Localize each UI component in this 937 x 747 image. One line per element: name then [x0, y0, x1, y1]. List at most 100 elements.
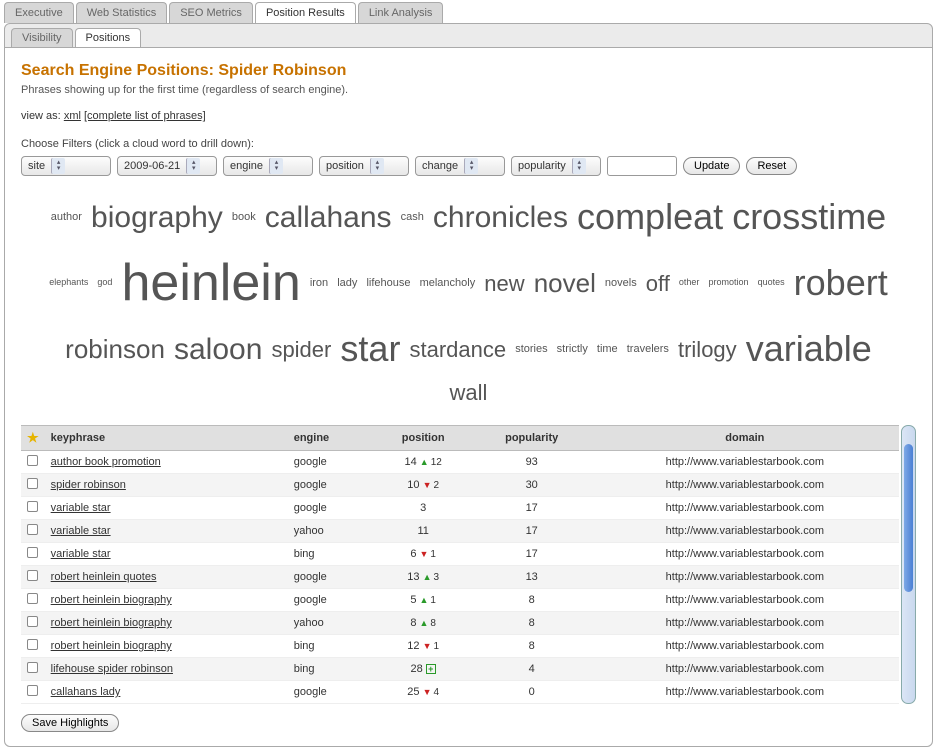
row-checkbox[interactable] [27, 501, 38, 512]
engine-cell: google [288, 566, 374, 589]
row-checkbox[interactable] [27, 547, 38, 558]
row-checkbox[interactable] [27, 593, 38, 604]
cloud-word[interactable]: other [679, 277, 700, 287]
cloud-word[interactable]: book [232, 211, 256, 223]
cloud-word[interactable]: heinlein [121, 254, 300, 312]
row-checkbox[interactable] [27, 478, 38, 489]
col-popularity[interactable]: popularity [473, 426, 591, 451]
cloud-word[interactable]: robinson [65, 334, 165, 364]
cloud-word[interactable]: novel [534, 268, 596, 298]
cloud-word[interactable]: spider [271, 337, 331, 362]
cloud-word[interactable]: strictly [557, 343, 588, 355]
cloud-word[interactable]: off [646, 271, 670, 296]
top-tab-executive[interactable]: Executive [4, 2, 74, 23]
plus-icon: + [426, 664, 436, 674]
row-checkbox[interactable] [27, 639, 38, 650]
keyphrase-link[interactable]: author book promotion [51, 456, 161, 468]
cloud-word[interactable]: new [484, 271, 524, 296]
cloud-word[interactable]: novels [605, 277, 637, 289]
filter-site-select[interactable]: site▴▾ [21, 156, 111, 176]
cloud-word[interactable]: biography [91, 201, 223, 234]
update-button[interactable]: Update [683, 157, 740, 175]
keyphrase-link[interactable]: robert heinlein quotes [51, 571, 157, 583]
keyphrase-link[interactable]: lifehouse spider robinson [51, 663, 173, 675]
row-checkbox[interactable] [27, 524, 38, 535]
cloud-word[interactable]: compleat [577, 196, 723, 237]
filter-date-select[interactable]: 2009-06-21▴▾ [117, 156, 217, 176]
cloud-word[interactable]: lady [337, 277, 357, 289]
col-keyphrase[interactable]: keyphrase [45, 426, 288, 451]
cloud-word[interactable]: saloon [174, 333, 262, 366]
filter-change-select[interactable]: change▴▾ [415, 156, 505, 176]
view-as-row: view as: xml [complete list of phrases] [21, 110, 916, 122]
cloud-word[interactable]: chronicles [433, 201, 568, 234]
cloud-word[interactable]: stardance [410, 337, 507, 362]
row-checkbox[interactable] [27, 662, 38, 673]
col-domain[interactable]: domain [591, 426, 899, 451]
cloud-word[interactable]: travelers [627, 343, 669, 355]
keyphrase-link[interactable]: robert heinlein biography [51, 617, 172, 629]
results-table: ★ keyphrase engine position popularity d… [21, 425, 899, 704]
col-engine[interactable]: engine [288, 426, 374, 451]
cloud-word[interactable]: wall [450, 380, 488, 405]
cloud-word[interactable]: promotion [708, 277, 748, 287]
row-checkbox[interactable] [27, 455, 38, 466]
filters-label: Choose Filters (click a cloud word to dr… [21, 138, 916, 150]
cloud-word[interactable]: cash [401, 211, 424, 223]
top-tab-seo-metrics[interactable]: SEO Metrics [169, 2, 253, 23]
engine-cell: google [288, 497, 374, 520]
save-highlights-button[interactable]: Save Highlights [21, 714, 119, 732]
popularity-cell: 13 [473, 566, 591, 589]
row-checkbox[interactable] [27, 616, 38, 627]
row-checkbox[interactable] [27, 685, 38, 696]
engine-cell: bing [288, 543, 374, 566]
col-star[interactable]: ★ [21, 426, 45, 451]
word-cloud: author biography book callahans cash chr… [41, 190, 896, 409]
table-row: callahans ladygoogle25 ▼40http://www.var… [21, 681, 899, 704]
table-row: spider robinsongoogle10 ▼230http://www.v… [21, 474, 899, 497]
filter-popularity-select[interactable]: popularity▴▾ [511, 156, 601, 176]
reset-button[interactable]: Reset [746, 157, 797, 175]
view-as-complete-link[interactable]: [complete list of phrases] [84, 110, 206, 122]
cloud-word[interactable]: stories [515, 343, 547, 355]
keyphrase-link[interactable]: spider robinson [51, 479, 126, 491]
col-position[interactable]: position [374, 426, 473, 451]
table-row: lifehouse spider robinsonbing28 +4http:/… [21, 658, 899, 681]
cloud-word[interactable]: callahans [265, 201, 392, 234]
top-tab-link-analysis[interactable]: Link Analysis [358, 2, 444, 23]
cloud-word[interactable]: star [340, 328, 400, 369]
cloud-word[interactable]: quotes [758, 277, 785, 287]
cloud-word[interactable]: melancholy [420, 277, 476, 289]
cloud-word[interactable]: author [51, 211, 82, 223]
keyphrase-link[interactable]: robert heinlein biography [51, 640, 172, 652]
keyphrase-link[interactable]: variable star [51, 502, 111, 514]
filter-engine-select[interactable]: engine▴▾ [223, 156, 313, 176]
scrollbar[interactable] [901, 425, 916, 704]
top-tab-web-statistics[interactable]: Web Statistics [76, 2, 168, 23]
cloud-word[interactable]: time [597, 343, 618, 355]
cloud-word[interactable]: trilogy [678, 337, 737, 362]
filter-search-input[interactable] [607, 156, 677, 176]
position-cell: 28 + [374, 658, 473, 681]
top-tab-position-results[interactable]: Position Results [255, 2, 356, 23]
domain-cell: http://www.variablestarbook.com [591, 497, 899, 520]
view-as-xml-link[interactable]: xml [64, 110, 81, 122]
keyphrase-link[interactable]: callahans lady [51, 686, 121, 698]
position-cell: 3 [374, 497, 473, 520]
engine-cell: yahoo [288, 612, 374, 635]
row-checkbox[interactable] [27, 570, 38, 581]
sub-tab-positions[interactable]: Positions [75, 28, 142, 47]
keyphrase-link[interactable]: variable star [51, 548, 111, 560]
cloud-word[interactable]: elephants [49, 277, 88, 287]
sub-tab-visibility[interactable]: Visibility [11, 28, 73, 47]
scrollbar-thumb[interactable] [904, 444, 913, 592]
cloud-word[interactable]: iron [310, 277, 328, 289]
cloud-word[interactable]: crosstime [732, 196, 886, 237]
cloud-word[interactable]: robert [794, 262, 888, 303]
cloud-word[interactable]: lifehouse [366, 277, 410, 289]
cloud-word[interactable]: god [97, 277, 112, 287]
keyphrase-link[interactable]: variable star [51, 525, 111, 537]
keyphrase-link[interactable]: robert heinlein biography [51, 594, 172, 606]
cloud-word[interactable]: variable [746, 328, 872, 369]
filter-position-select[interactable]: position▴▾ [319, 156, 409, 176]
